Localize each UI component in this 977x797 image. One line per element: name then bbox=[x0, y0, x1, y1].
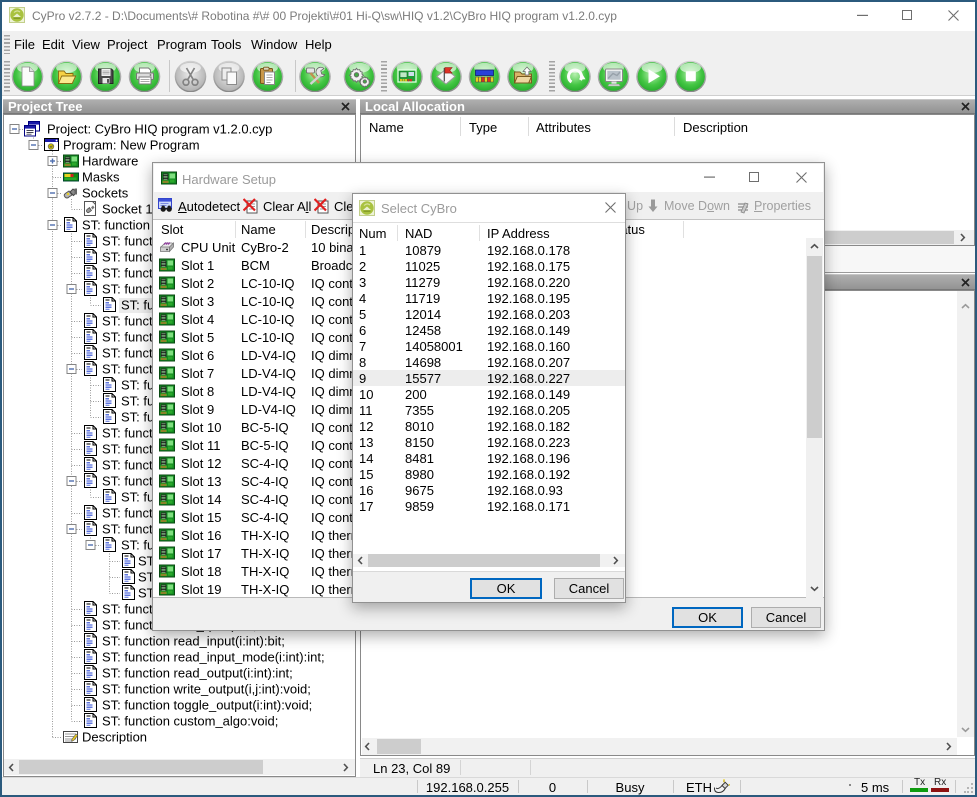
svg-text:Project: CyBro HIQ program v1.: Project: CyBro HIQ program v1.2.0.cyp bbox=[47, 122, 272, 137]
svg-text:ST: function toggle_output(i:i: ST: function toggle_output(i:int):void; bbox=[102, 698, 312, 713]
svg-text:Masks: Masks bbox=[82, 170, 120, 185]
svg-text:ST: function custom_algo:void;: ST: function custom_algo:void; bbox=[102, 714, 278, 729]
svg-text:ST: function read_output(i:int: ST: function read_output(i:int):int; bbox=[102, 666, 293, 681]
svg-text:ST: function read_input_mode(i: ST: function read_input_mode(i:int):int; bbox=[102, 650, 325, 665]
svg-text:Program: New Program: Program: New Program bbox=[63, 138, 200, 153]
svg-text:ST: function read_input(i:int): ST: function read_input(i:int):bit; bbox=[102, 634, 285, 649]
svg-text:Description: Description bbox=[82, 730, 147, 745]
svg-text:ST: function write_output(i,j:: ST: function write_output(i,j:int):void; bbox=[102, 682, 311, 697]
svg-text:Hardware: Hardware bbox=[82, 154, 138, 169]
svg-text:Sockets: Sockets bbox=[82, 186, 129, 201]
